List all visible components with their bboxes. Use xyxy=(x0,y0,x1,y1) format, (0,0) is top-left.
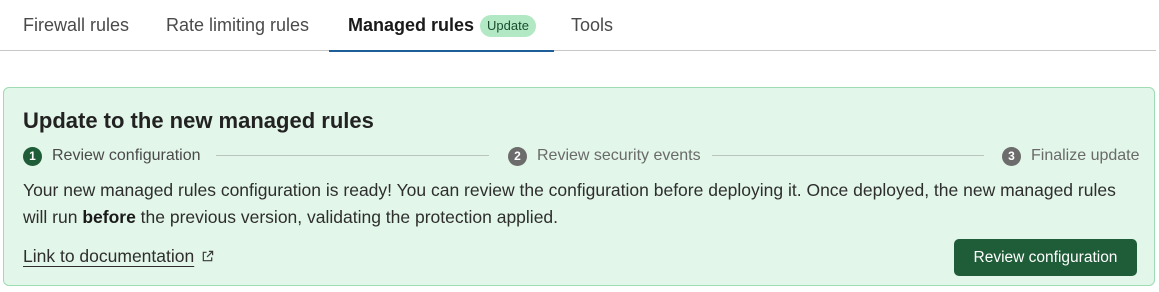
panel-title: Update to the new managed rules xyxy=(23,108,374,133)
tab-label: Rate limiting rules xyxy=(166,15,310,35)
documentation-link[interactable]: Link to documentation xyxy=(23,246,214,267)
tab-bar: Firewall rules Rate limiting rules Manag… xyxy=(0,0,1156,52)
step-review-configuration: 1 Review configuration xyxy=(23,146,201,166)
tab-label: Tools xyxy=(571,15,614,35)
tab-label: Firewall rules xyxy=(23,15,130,35)
step-number: 3 xyxy=(1002,146,1021,166)
review-configuration-button[interactable]: Review configuration xyxy=(954,239,1137,276)
step-number: 1 xyxy=(23,146,42,166)
description-emphasis: before xyxy=(82,207,136,227)
external-link-icon xyxy=(202,250,214,262)
update-panel: Update to the new managed rules 1 Review… xyxy=(3,87,1155,286)
step-label: Review configuration xyxy=(52,147,201,164)
step-connector xyxy=(216,155,489,156)
description-text-end: the previous version, validating the pro… xyxy=(135,207,559,227)
tab-firewall-rules[interactable]: Firewall rules xyxy=(23,0,129,51)
step-connector xyxy=(712,155,984,156)
update-badge: Update xyxy=(480,14,536,37)
step-number: 2 xyxy=(508,146,527,166)
panel-description: Your new managed rules configuration is … xyxy=(23,177,1133,231)
step-finalize-update: 3 Finalize update xyxy=(1002,146,1140,166)
tab-tools[interactable]: Tools xyxy=(571,0,613,51)
step-review-security-events: 2 Review security events xyxy=(508,146,701,166)
step-label: Finalize update xyxy=(1031,147,1140,164)
tab-managed-rules[interactable]: Managed rules Update xyxy=(329,0,554,52)
documentation-link-label: Link to documentation xyxy=(23,246,195,266)
step-label: Review security events xyxy=(537,147,701,164)
tab-label: Managed rules xyxy=(348,15,475,35)
tab-rate-limiting-rules[interactable]: Rate limiting rules xyxy=(166,0,309,51)
